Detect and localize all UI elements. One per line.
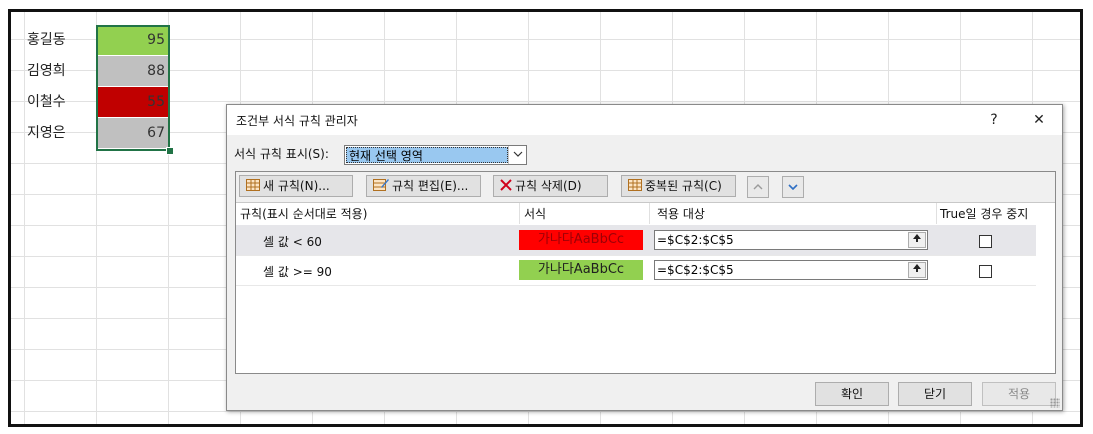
apply-button[interactable]: 적용 — [982, 382, 1056, 406]
column-header-rule[interactable]: 규칙(표시 순서대로 적용) — [240, 203, 367, 225]
rule-2-stop-checkbox[interactable] — [979, 265, 992, 278]
row-divider — [236, 255, 1036, 256]
dialog-title: 조건부 서식 규칙 관리자 — [236, 114, 358, 128]
rule-1-applies-to-field[interactable]: =$C$2:$C$5 — [654, 230, 928, 250]
close-button[interactable]: 닫기 — [898, 382, 972, 406]
rule-2-applies-to-field[interactable]: =$C$2:$C$5 — [654, 260, 928, 280]
show-rules-value: 현재 선택 영역 — [346, 147, 508, 163]
edit-rule-icon — [373, 177, 389, 197]
rule-1-format-preview: 가나다AaBbCc — [519, 230, 643, 250]
row-divider — [236, 285, 1036, 286]
screenshot-frame: 홍길동 95 김영희 88 이철수 55 지영은 67 조건부 서식 규칙 관리… — [0, 0, 1093, 434]
rules-list-scroll-area — [1037, 203, 1055, 373]
rule-2-description[interactable]: 셀 값 >= 90 — [263, 263, 332, 280]
column-divider — [936, 203, 937, 224]
collapse-dialog-icon[interactable] — [908, 232, 926, 248]
rule-2-applies-to-value: =$C$2:$C$5 — [657, 263, 734, 277]
delete-rule-button[interactable]: 규칙 삭제(D) — [493, 175, 608, 197]
show-rules-label: 서식 규칙 표시(S): — [234, 147, 329, 161]
duplicate-rule-label: 중복된 규칙(C) — [645, 179, 722, 193]
rule-1-description: 셀 값 < 60 — [263, 235, 322, 249]
column-header-format[interactable]: 서식 — [524, 203, 546, 225]
move-up-icon[interactable] — [747, 176, 769, 198]
dialog-titlebar[interactable]: 조건부 서식 규칙 관리자 ? ✕ — [227, 105, 1062, 135]
new-rule-icon — [246, 177, 260, 197]
close-icon[interactable]: ✕ — [1027, 109, 1051, 131]
conditional-format-dialog: 조건부 서식 규칙 관리자 ? ✕ 서식 규칙 표시(S): 현재 선택 영역 … — [226, 104, 1063, 411]
resize-grip[interactable] — [1050, 398, 1060, 408]
rule-2-format-preview: 가나다AaBbCc — [519, 260, 643, 280]
rules-toolbar: 새 규칙(N)... 규칙 편집(E)... 규칙 삭제(D) 중복된 규칙(C… — [236, 172, 1055, 203]
column-divider — [519, 203, 520, 224]
duplicate-rule-button[interactable]: 중복된 규칙(C) — [621, 175, 736, 197]
help-button[interactable]: ? — [982, 109, 1006, 131]
duplicate-rule-icon — [628, 177, 642, 197]
show-rules-dropdown[interactable]: 현재 선택 영역 — [344, 145, 527, 165]
edit-rule-label: 규칙 편집(E)... — [392, 179, 469, 193]
column-header-stop-if-true[interactable]: True일 경우 중지 — [940, 203, 1028, 225]
ok-button[interactable]: 확인 — [815, 382, 889, 406]
rule-1-stop-checkbox[interactable] — [979, 235, 992, 248]
move-down-icon[interactable] — [782, 176, 804, 198]
column-header-applies-to[interactable]: 적용 대상 — [657, 203, 705, 225]
rule-1-applies-to-value: =$C$2:$C$5 — [657, 233, 734, 247]
new-rule-button[interactable]: 새 규칙(N)... — [239, 175, 353, 197]
rules-panel: 새 규칙(N)... 규칙 편집(E)... 규칙 삭제(D) 중복된 규칙(C… — [235, 171, 1056, 374]
new-rule-label: 새 규칙(N)... — [263, 179, 330, 193]
delete-rule-label: 규칙 삭제(D) — [515, 179, 582, 193]
chevron-down-icon[interactable] — [508, 146, 526, 164]
edit-rule-button[interactable]: 규칙 편집(E)... — [366, 175, 481, 197]
delete-icon — [500, 177, 512, 197]
column-divider — [649, 203, 650, 224]
collapse-dialog-icon[interactable] — [908, 262, 926, 278]
